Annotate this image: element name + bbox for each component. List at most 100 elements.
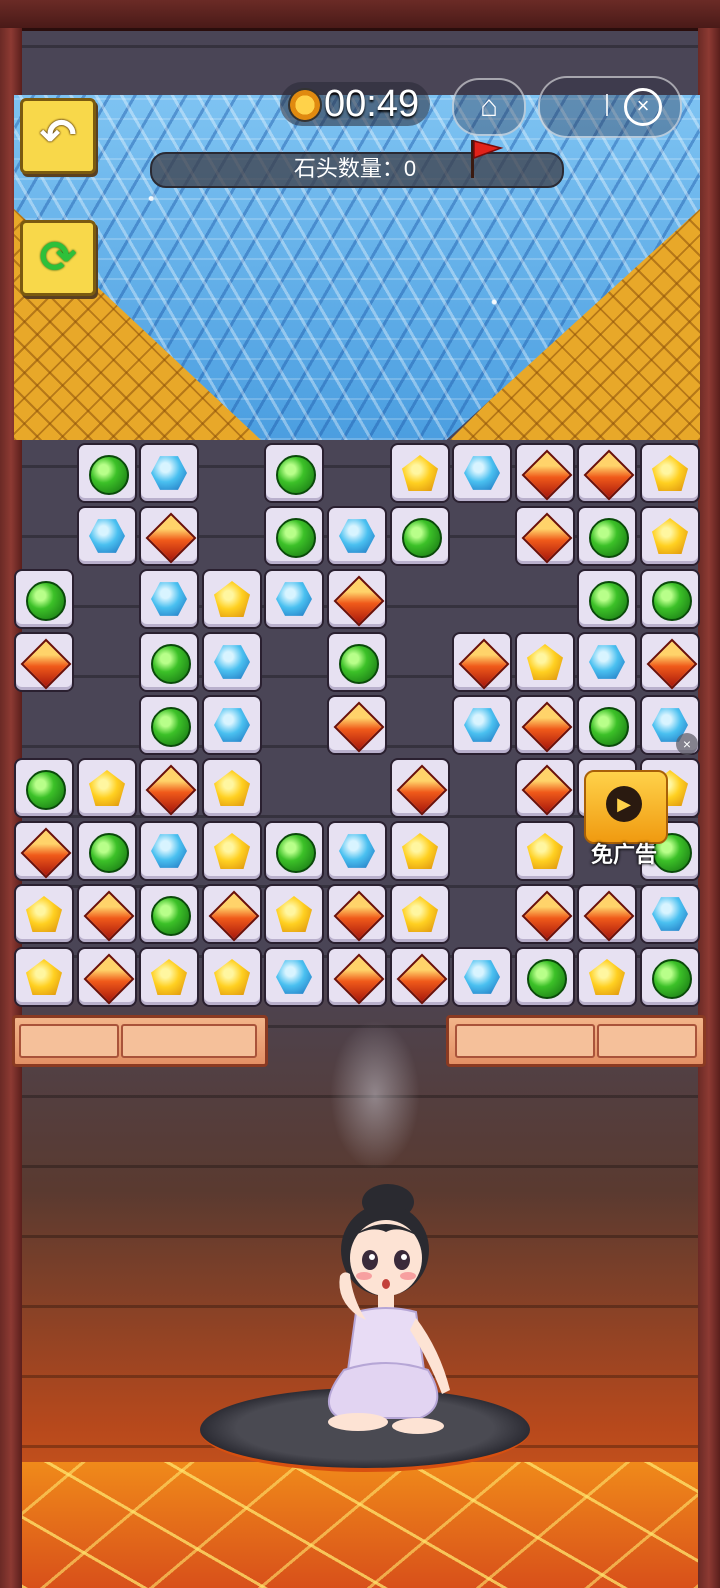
gem-tile[interactable] xyxy=(327,632,387,692)
gem-tile[interactable] xyxy=(264,821,324,881)
red-gem-icon xyxy=(521,449,573,501)
gem-tile[interactable] xyxy=(139,884,199,944)
gem-tile[interactable] xyxy=(202,821,262,881)
gem-tile[interactable] xyxy=(264,947,324,1007)
gem-tile[interactable] xyxy=(515,821,575,881)
green-gem-icon xyxy=(151,896,191,936)
gem-tile[interactable] xyxy=(515,506,575,566)
gem-tile[interactable] xyxy=(202,695,262,755)
gem-tile[interactable] xyxy=(77,884,137,944)
red-gem-icon xyxy=(208,890,260,942)
red-gem-icon xyxy=(396,764,448,816)
gem-tile[interactable] xyxy=(139,695,199,755)
gem-tile[interactable] xyxy=(327,884,387,944)
gem-tile[interactable] xyxy=(139,947,199,1007)
blue-gem-icon xyxy=(589,645,625,679)
gem-tile[interactable] xyxy=(327,821,387,881)
gem-tile[interactable] xyxy=(14,569,74,629)
platform-right xyxy=(446,1015,706,1067)
gem-tile[interactable] xyxy=(139,821,199,881)
gem-tile[interactable] xyxy=(77,947,137,1007)
gem-tile[interactable] xyxy=(139,443,199,503)
gem-tile[interactable] xyxy=(327,569,387,629)
blue-gem-icon xyxy=(276,582,312,616)
gem-tile[interactable] xyxy=(452,695,512,755)
gem-tile[interactable] xyxy=(264,506,324,566)
gem-tile[interactable] xyxy=(202,947,262,1007)
gem-tile[interactable] xyxy=(14,821,74,881)
platform-left xyxy=(12,1015,268,1067)
gem-tile[interactable] xyxy=(640,632,700,692)
ad-close-icon[interactable]: × xyxy=(676,733,698,755)
blue-gem-icon xyxy=(339,834,375,868)
gem-tile[interactable] xyxy=(14,947,74,1007)
gem-tile[interactable] xyxy=(77,506,137,566)
gem-tile[interactable] xyxy=(202,569,262,629)
gem-tile[interactable] xyxy=(264,884,324,944)
green-gem-icon xyxy=(589,581,629,621)
red-gem-icon xyxy=(521,890,573,942)
blue-gem-icon xyxy=(652,897,688,931)
gem-tile[interactable] xyxy=(577,506,637,566)
red-gem-icon xyxy=(20,827,72,879)
yellow-gem-icon xyxy=(652,518,688,554)
gem-tile[interactable] xyxy=(515,884,575,944)
blue-gem-icon xyxy=(464,708,500,742)
gem-tile[interactable] xyxy=(640,884,700,944)
red-gem-icon xyxy=(333,575,385,627)
gem-tile[interactable] xyxy=(202,884,262,944)
green-gem-icon xyxy=(26,581,66,621)
gem-tile[interactable] xyxy=(390,506,450,566)
gem-tile[interactable] xyxy=(77,443,137,503)
gem-tile[interactable] xyxy=(390,443,450,503)
gem-tile[interactable] xyxy=(515,947,575,1007)
gem-tile[interactable] xyxy=(577,695,637,755)
yellow-gem-icon xyxy=(214,581,250,617)
gem-tile[interactable] xyxy=(202,758,262,818)
blue-gem-icon xyxy=(151,582,187,616)
gem-tile[interactable] xyxy=(14,632,74,692)
gem-tile[interactable] xyxy=(515,632,575,692)
gem-tile[interactable] xyxy=(139,569,199,629)
gem-tile[interactable] xyxy=(577,569,637,629)
green-gem-icon xyxy=(589,518,629,558)
gem-tile[interactable] xyxy=(390,758,450,818)
gem-tile[interactable] xyxy=(640,569,700,629)
yellow-gem-icon xyxy=(214,833,250,869)
gem-tile[interactable] xyxy=(577,443,637,503)
gem-tile[interactable] xyxy=(139,506,199,566)
gem-tile[interactable] xyxy=(452,443,512,503)
gem-tile[interactable] xyxy=(390,884,450,944)
gem-tile[interactable] xyxy=(14,884,74,944)
gem-tile[interactable] xyxy=(390,947,450,1007)
platform-segment xyxy=(455,1024,595,1058)
gem-tile[interactable] xyxy=(515,695,575,755)
gem-tile[interactable] xyxy=(515,758,575,818)
gem-tile[interactable] xyxy=(139,632,199,692)
gem-tile[interactable] xyxy=(390,821,450,881)
gem-tile[interactable] xyxy=(577,884,637,944)
gem-tile[interactable] xyxy=(139,758,199,818)
gem-tile[interactable] xyxy=(327,695,387,755)
gem-tile[interactable] xyxy=(202,632,262,692)
yellow-gem-icon xyxy=(402,833,438,869)
gem-tile[interactable] xyxy=(327,947,387,1007)
blue-gem-icon xyxy=(214,645,250,679)
gem-tile[interactable] xyxy=(77,821,137,881)
gem-tile[interactable] xyxy=(327,506,387,566)
gem-tile[interactable] xyxy=(577,947,637,1007)
gem-tile[interactable] xyxy=(264,569,324,629)
gem-tile[interactable] xyxy=(452,632,512,692)
gem-tile[interactable] xyxy=(515,443,575,503)
gem-tile[interactable] xyxy=(640,443,700,503)
green-gem-icon xyxy=(276,518,316,558)
gem-tile[interactable] xyxy=(640,506,700,566)
gem-tile[interactable] xyxy=(452,947,512,1007)
gem-tile[interactable] xyxy=(640,947,700,1007)
red-gem-icon xyxy=(583,890,635,942)
yellow-gem-icon xyxy=(214,770,250,806)
gem-tile[interactable] xyxy=(264,443,324,503)
gem-tile[interactable] xyxy=(14,758,74,818)
gem-tile[interactable] xyxy=(577,632,637,692)
gem-tile[interactable] xyxy=(77,758,137,818)
